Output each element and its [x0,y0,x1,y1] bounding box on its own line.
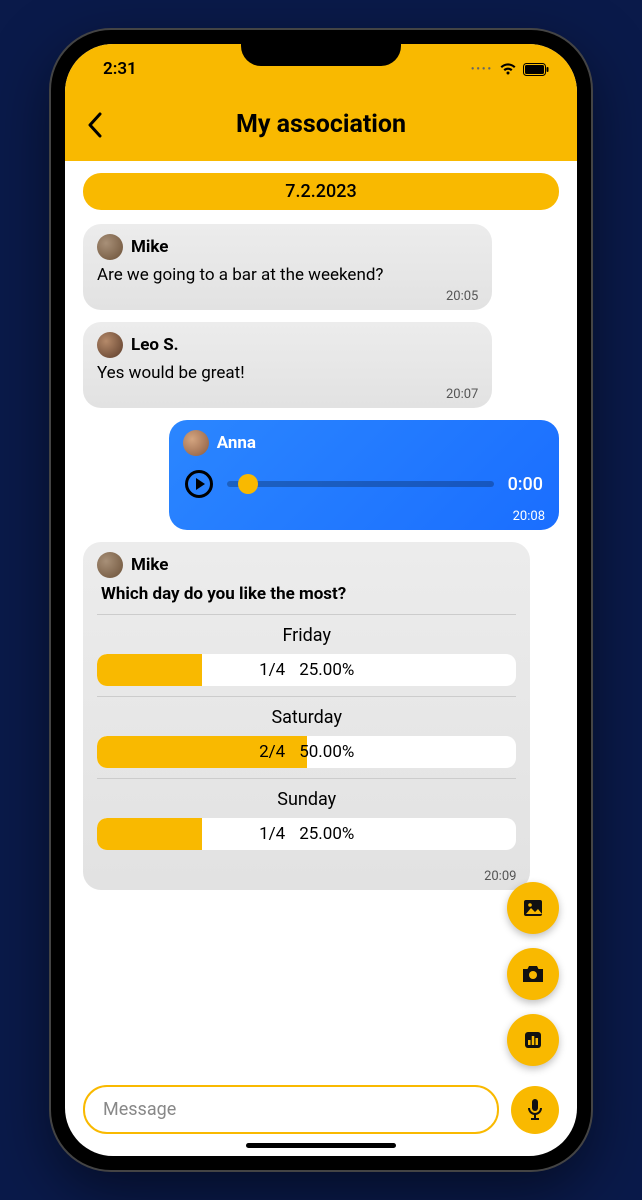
poll-bar: 2/4 50.00% [97,736,516,768]
poll-count: 2/4 [259,742,285,762]
mic-icon [526,1098,544,1122]
poll-option-label: Friday [97,625,516,646]
message-bubble: Mike Are we going to a bar at the weeken… [83,224,492,310]
message-text: Are we going to a bar at the weekend? [97,264,478,286]
poll-bubble: Mike Which day do you like the most? Fri… [83,542,530,890]
poll-option-label: Sunday [97,789,516,810]
sender-name: Mike [131,237,168,257]
home-indicator[interactable] [246,1143,396,1148]
image-button[interactable] [507,882,559,934]
avatar [97,332,123,358]
phone-frame: 2:31 •••• My association 7.2.2023 Mike A… [51,30,591,1170]
poll-fill [97,818,202,850]
poll-bar: 1/4 25.00% [97,818,516,850]
sender-name: Leo S. [131,335,179,355]
poll-percent: 25.00% [299,660,354,680]
message-time: 20:08 [513,509,545,524]
battery-icon [523,63,549,76]
chart-icon [523,1030,543,1050]
sender-name: Mike [131,555,168,575]
avatar [183,430,209,456]
avatar [97,552,123,578]
camera-icon [521,964,545,984]
sender-name: Anna [217,433,256,453]
chevron-left-icon [87,112,103,138]
poll-button[interactable] [507,1014,559,1066]
poll-percent: 25.00% [299,824,354,844]
poll-count: 1/4 [259,660,285,680]
poll-option[interactable]: Sunday 1/4 25.00% [97,778,516,860]
poll-count: 1/4 [259,824,285,844]
poll-bar: 1/4 25.00% [97,654,516,686]
poll-fill [97,654,202,686]
phone-screen: 2:31 •••• My association 7.2.2023 Mike A… [65,44,577,1156]
play-button[interactable] [185,470,213,498]
date-separator: 7.2.2023 [83,173,559,210]
message-input[interactable]: Message [83,1085,499,1134]
status-time: 2:31 [103,59,137,79]
poll-option[interactable]: Saturday 2/4 50.00% [97,696,516,778]
audio-thumb[interactable] [238,474,258,494]
poll-option-label: Saturday [97,707,516,728]
poll-option[interactable]: Friday 1/4 25.00% [97,614,516,696]
poll-percent: 50.00% [299,742,354,762]
avatar [97,234,123,260]
back-button[interactable] [87,112,103,138]
notch [241,30,401,66]
audio-message-bubble: Anna 0:00 20:08 [169,420,559,530]
message-text: Yes would be great! [97,362,478,384]
image-icon [522,897,544,919]
message-bubble: Leo S. Yes would be great! 20:07 [83,322,492,408]
page-title: My association [85,110,557,139]
camera-button[interactable] [507,948,559,1000]
status-right: •••• [471,62,549,76]
dots-icon: •••• [471,64,493,75]
message-time: 20:07 [446,387,478,402]
audio-duration: 0:00 [508,474,543,495]
audio-slider[interactable] [227,481,494,487]
action-buttons [507,882,559,1066]
wifi-icon [499,62,517,76]
message-time: 20:05 [446,289,478,304]
header: My association [65,94,577,161]
poll-question: Which day do you like the most? [101,584,516,604]
chat-scroll[interactable]: 7.2.2023 Mike Are we going to a bar at t… [65,161,577,1071]
mic-button[interactable] [511,1086,559,1134]
